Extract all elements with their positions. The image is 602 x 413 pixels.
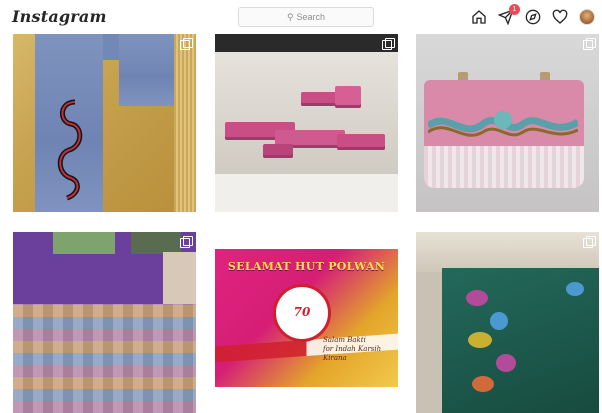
embroidery-motif xyxy=(490,312,508,330)
instagram-logo[interactable]: Instagram xyxy=(12,7,107,26)
heart-icon xyxy=(552,9,568,24)
post-image-part xyxy=(215,52,398,174)
multiple-photos-icon xyxy=(583,38,596,50)
dragon-embroidery-image xyxy=(57,99,83,201)
embroidery-pattern-image xyxy=(428,111,578,137)
card-emblem: 70 xyxy=(273,284,331,342)
card-script-line: Salam Bakti xyxy=(323,336,366,344)
post-tile[interactable] xyxy=(13,34,196,212)
home-icon xyxy=(472,10,486,24)
nav-icons: 1 xyxy=(470,4,596,35)
multiple-photos-icon xyxy=(180,236,193,248)
embroidery-motif xyxy=(468,332,492,348)
post-tile[interactable] xyxy=(215,34,398,212)
card-emblem-number: 70 xyxy=(293,305,311,319)
embroidery-motif xyxy=(496,354,516,372)
card-script-text: Salam Bakti for Indah Karsih Kirana xyxy=(323,336,393,363)
compass-icon xyxy=(525,9,541,25)
post-image-part xyxy=(215,174,398,212)
multiple-photos-icon xyxy=(382,236,395,248)
avatar xyxy=(579,9,595,25)
nav-profile[interactable] xyxy=(578,8,596,26)
post-tile[interactable] xyxy=(416,232,599,413)
post-image-part xyxy=(174,34,196,212)
post-image-part xyxy=(215,387,398,413)
nav-direct[interactable]: 1 xyxy=(497,4,520,26)
nav-activity[interactable] xyxy=(551,8,569,26)
post-image-part xyxy=(13,304,196,413)
multiple-photos-icon xyxy=(382,38,395,50)
post-image-part xyxy=(131,232,181,254)
search-placeholder: Search xyxy=(296,12,326,22)
notification-badge: 1 xyxy=(509,4,520,15)
search-input[interactable]: ⚲ Search xyxy=(238,7,374,27)
embroidery-motif xyxy=(566,282,584,296)
card-headline: SELAMAT HUT POLWAN xyxy=(227,260,386,273)
post-image-part xyxy=(416,232,599,272)
post-tile[interactable] xyxy=(416,34,599,212)
nav-explore[interactable] xyxy=(524,8,542,26)
search-icon: ⚲ xyxy=(286,11,294,22)
post-image-part xyxy=(424,146,584,188)
nav-home[interactable] xyxy=(470,8,488,35)
post-image-part xyxy=(263,144,293,158)
post-tile[interactable]: SELAMAT HUT POLWAN 70 Salam Bakti for In… xyxy=(215,232,398,413)
embroidery-motif xyxy=(472,376,494,392)
post-image-part xyxy=(337,134,385,150)
card-script-line: for Indah Karsih Kirana xyxy=(323,345,382,362)
multiple-photos-icon xyxy=(180,38,193,50)
embroidery-motif xyxy=(466,290,488,306)
top-navigation-bar: Instagram ⚲ Search 1 xyxy=(0,0,602,35)
post-image-part xyxy=(53,232,115,254)
post-image-part xyxy=(119,34,177,106)
post-image-part xyxy=(335,86,361,108)
post-tile[interactable] xyxy=(13,232,196,413)
multiple-photos-icon xyxy=(583,236,596,248)
